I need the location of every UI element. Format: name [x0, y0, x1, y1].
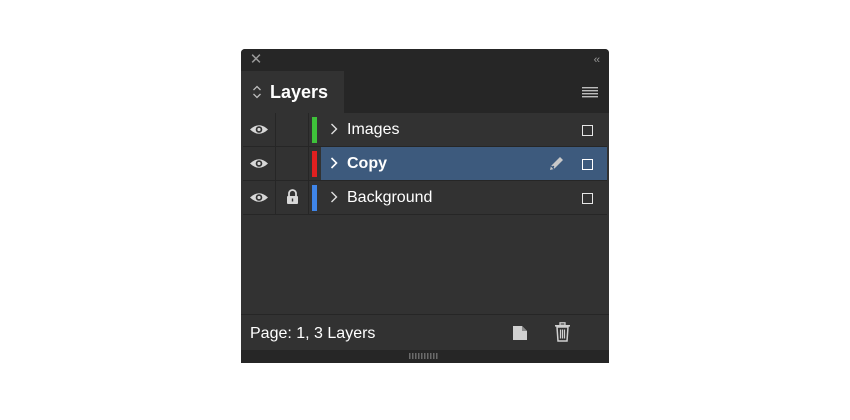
panel-footer: Page: 1, 3 Layers: [241, 314, 609, 351]
eye-icon[interactable]: [249, 191, 269, 204]
layer-color-swatch: [312, 185, 317, 211]
lock-toggle[interactable]: [276, 147, 309, 180]
tab-layers[interactable]: Layers: [241, 71, 344, 113]
layer-row-copy[interactable]: Copy: [243, 147, 607, 181]
layers-list: Images Copy Background: [243, 113, 607, 314]
tab-expand-arrows-icon[interactable]: [252, 82, 262, 102]
panel-menu-icon[interactable]: [582, 86, 598, 98]
close-icon[interactable]: ✕: [249, 52, 263, 68]
eye-icon[interactable]: [249, 123, 269, 136]
lock-toggle[interactable]: [276, 181, 309, 214]
layer-color-swatch: [312, 117, 317, 143]
resize-grip[interactable]: [241, 350, 609, 363]
visibility-toggle[interactable]: [243, 113, 276, 146]
trash-icon[interactable]: [554, 322, 571, 342]
visibility-toggle[interactable]: [243, 147, 276, 180]
visibility-toggle[interactable]: [243, 181, 276, 214]
new-layer-icon[interactable]: [512, 323, 528, 341]
layer-name: Background: [347, 189, 433, 206]
layer-row-images[interactable]: Images: [243, 113, 607, 147]
lock-toggle[interactable]: [276, 113, 309, 146]
grip-icon[interactable]: [409, 353, 439, 359]
chevron-right-icon[interactable]: [330, 122, 338, 136]
collapse-panel-icon[interactable]: ‹‹: [594, 52, 600, 68]
layer-name: Images: [347, 121, 400, 138]
layers-panel: ✕ ‹‹ Layers Images Copy Background Page:…: [241, 49, 609, 363]
layer-name-cell[interactable]: Copy: [321, 147, 607, 180]
eye-icon[interactable]: [249, 157, 269, 170]
layer-color-swatch: [312, 151, 317, 177]
chevron-right-icon[interactable]: [330, 156, 338, 170]
selection-indicator[interactable]: [582, 193, 593, 204]
layer-count-status: Page: 1, 3 Layers: [250, 325, 376, 342]
selection-indicator[interactable]: [582, 159, 593, 170]
layer-name-cell[interactable]: Background: [321, 181, 607, 214]
panel-tab-strip: Layers: [241, 71, 609, 113]
layer-name-cell[interactable]: Images: [321, 113, 607, 146]
lock-icon[interactable]: [286, 189, 299, 205]
panel-title-bar[interactable]: ✕ ‹‹: [241, 49, 609, 71]
selection-indicator[interactable]: [582, 125, 593, 136]
tab-label: Layers: [270, 82, 329, 102]
layer-name: Copy: [347, 155, 387, 172]
chevron-right-icon[interactable]: [330, 190, 338, 204]
pen-icon: [550, 157, 563, 170]
layer-row-background[interactable]: Background: [243, 181, 607, 215]
